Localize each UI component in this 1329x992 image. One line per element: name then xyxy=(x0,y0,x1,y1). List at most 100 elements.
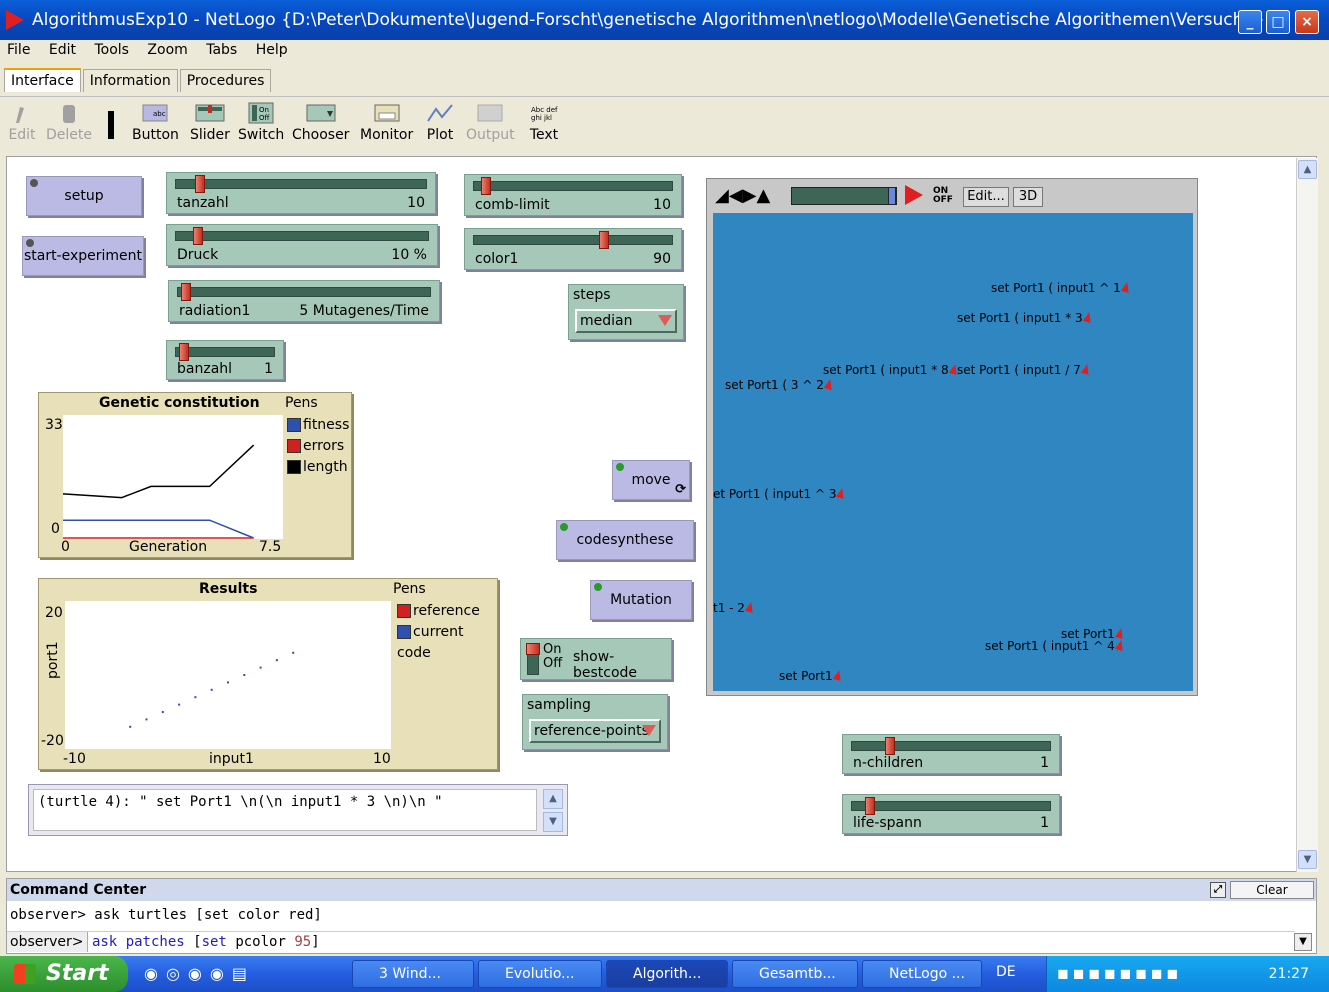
tool-edit[interactable]: Edit xyxy=(6,101,38,143)
plot-title: Results xyxy=(199,581,258,597)
tab-procedures[interactable]: Procedures xyxy=(179,69,272,92)
output-scroll-down-icon[interactable]: ▼ xyxy=(543,812,563,832)
mutation-button[interactable]: Mutation xyxy=(590,580,692,620)
switch-knob[interactable] xyxy=(526,643,540,655)
chooser-select[interactable]: reference-points xyxy=(529,719,661,743)
color1-slider[interactable]: color1 90 xyxy=(464,228,682,270)
tool-delete[interactable]: Delete xyxy=(46,101,92,143)
tool-switch[interactable]: On Off Switch xyxy=(238,101,284,143)
slider-knob[interactable] xyxy=(195,175,205,193)
world-patches[interactable]: set Port1 ( input1 ^ 1 set Port1 ( input… xyxy=(713,213,1193,691)
dropdown-arrow-icon xyxy=(658,315,672,326)
show-bestcode-switch[interactable]: On Off show-bestcode xyxy=(520,638,672,681)
x-axis-label: Generation xyxy=(129,539,208,555)
genetic-constitution-plot[interactable]: Genetic constitution Pens 33 0 0 Generat… xyxy=(38,392,352,558)
view-size-controls-icon[interactable]: ◢◀▶▲ xyxy=(715,185,785,207)
world-view[interactable]: ◢◀▶▲ ON OFF Edit... 3D set Port1 ( input1… xyxy=(706,178,1198,696)
tanzahl-slider[interactable]: tanzahl 10 xyxy=(166,172,436,214)
turtle-icon xyxy=(832,669,843,681)
slider-knob[interactable] xyxy=(481,177,491,195)
radiation1-slider[interactable]: radiation1 5 Mutagenes/Time xyxy=(168,280,440,322)
view-edit-button[interactable]: Edit... xyxy=(963,187,1009,207)
tray-icons[interactable]: ◼◼◼◼◼◼◼◼ xyxy=(1057,956,1182,992)
menu-tools[interactable]: Tools xyxy=(87,40,136,60)
tool-switch-label: Switch xyxy=(238,127,285,143)
turtle-icon xyxy=(30,179,38,187)
turtle-label-text: set Port1 ( input1 ^ 4 xyxy=(985,639,1115,653)
display-toggle-icon[interactable]: ON OFF xyxy=(933,187,959,207)
comb-limit-slider[interactable]: comb-limit 10 xyxy=(464,174,682,216)
speed-slider[interactable] xyxy=(791,187,897,205)
menu-help[interactable]: Help xyxy=(249,40,295,60)
menu-file[interactable]: File xyxy=(0,40,37,60)
tool-output-label: Output xyxy=(466,127,515,143)
minimize-button[interactable]: _ xyxy=(1238,10,1262,34)
maximize-button[interactable]: □ xyxy=(1266,10,1290,34)
move-button[interactable]: move ⟳ xyxy=(612,460,690,500)
close-button[interactable]: × xyxy=(1295,10,1319,34)
quick-launch-icons[interactable]: ◉◎◉◉▤ xyxy=(144,964,294,984)
banzahl-slider[interactable]: banzahl 1 xyxy=(166,340,284,380)
output-area[interactable]: (turtle 4): " set Port1 \n(\n input1 * 3… xyxy=(28,784,568,836)
tool-text[interactable]: Abc def ghi jkl Text xyxy=(528,101,560,143)
scroll-down-icon[interactable]: ▼ xyxy=(1298,850,1317,869)
switch-off-label: Off xyxy=(543,656,563,671)
tab-information[interactable]: Information xyxy=(82,69,178,92)
start-button[interactable]: Start xyxy=(0,956,128,992)
steps-chooser[interactable]: steps median xyxy=(568,284,684,340)
svg-text:ghi jkl: ghi jkl xyxy=(531,114,552,122)
slider-knob[interactable] xyxy=(179,343,189,361)
scroll-up-icon[interactable]: ▲ xyxy=(1298,160,1317,179)
plot-legend: fitness errors length xyxy=(287,415,349,478)
tool-slider[interactable]: Slider xyxy=(190,101,230,143)
n-children-slider[interactable]: n-children 1 xyxy=(842,734,1060,774)
task-netlogo[interactable]: NetLogo ... xyxy=(862,960,982,988)
slider-knob[interactable] xyxy=(599,231,609,249)
menu-tabs[interactable]: Tabs xyxy=(199,40,244,60)
speed-knob[interactable] xyxy=(888,187,896,205)
menu-edit[interactable]: Edit xyxy=(42,40,83,60)
tool-monitor[interactable]: Monitor xyxy=(360,101,413,143)
tool-chooser[interactable]: Chooser xyxy=(292,101,349,143)
text-icon: Abc defghi jkl xyxy=(531,106,558,122)
turtle-label: set Port1 ( input1 * 3 xyxy=(957,311,1093,325)
task-evolutio[interactable]: Evolutio... xyxy=(478,960,602,988)
slider-knob[interactable] xyxy=(885,737,895,755)
tool-button[interactable]: abc Button xyxy=(132,101,179,143)
tab-interface[interactable]: Interface xyxy=(4,68,81,92)
menu-zoom[interactable]: Zoom xyxy=(140,40,194,60)
code-keyword: set xyxy=(201,934,227,950)
observer-selector[interactable]: observer> xyxy=(7,932,88,952)
codesynthese-button[interactable]: codesynthese xyxy=(556,520,694,560)
druck-slider[interactable]: Druck 10 % xyxy=(166,224,438,266)
sampling-chooser[interactable]: sampling reference-points xyxy=(522,694,668,750)
output-scroll-up-icon[interactable]: ▲ xyxy=(543,789,563,809)
go-arrow-icon[interactable] xyxy=(905,185,923,205)
language-indicator[interactable]: DE xyxy=(996,964,1016,980)
start-experiment-button[interactable]: start-experiment xyxy=(22,236,144,276)
svg-text:Off: Off xyxy=(259,114,270,122)
tool-plot[interactable]: Plot xyxy=(424,101,456,143)
data-point xyxy=(227,681,229,684)
command-input[interactable]: observer> ask patches [set pcolor 95] xyxy=(7,931,1295,953)
task-3-windows[interactable]: 3 Wind... xyxy=(352,960,474,988)
history-dropdown-icon[interactable]: ▼ xyxy=(1294,933,1312,951)
task-gesamtb[interactable]: Gesamtb... xyxy=(732,960,858,988)
expand-icon[interactable]: ⤢ xyxy=(1210,882,1226,898)
results-plot[interactable]: Results Pens 20 -20 port1 -10 input1 10 … xyxy=(38,578,498,770)
x-min-label: -10 xyxy=(63,751,86,767)
slider-value: 10 xyxy=(407,195,425,211)
slider-icon xyxy=(195,104,225,122)
clear-button[interactable]: Clear xyxy=(1230,881,1314,899)
plot2-svg xyxy=(129,651,295,728)
interface-scrollbar[interactable]: ▲ ▼ xyxy=(1296,158,1318,872)
slider-knob[interactable] xyxy=(181,283,191,301)
chooser-select[interactable]: median xyxy=(575,309,677,333)
life-spann-slider[interactable]: life-spann 1 xyxy=(842,794,1060,834)
view-3d-button[interactable]: 3D xyxy=(1013,187,1043,207)
tool-output[interactable]: Output xyxy=(466,101,515,143)
slider-knob[interactable] xyxy=(865,797,875,815)
task-algorith[interactable]: Algorith... xyxy=(606,960,728,988)
slider-knob[interactable] xyxy=(193,227,203,245)
setup-button[interactable]: setup xyxy=(26,176,142,216)
